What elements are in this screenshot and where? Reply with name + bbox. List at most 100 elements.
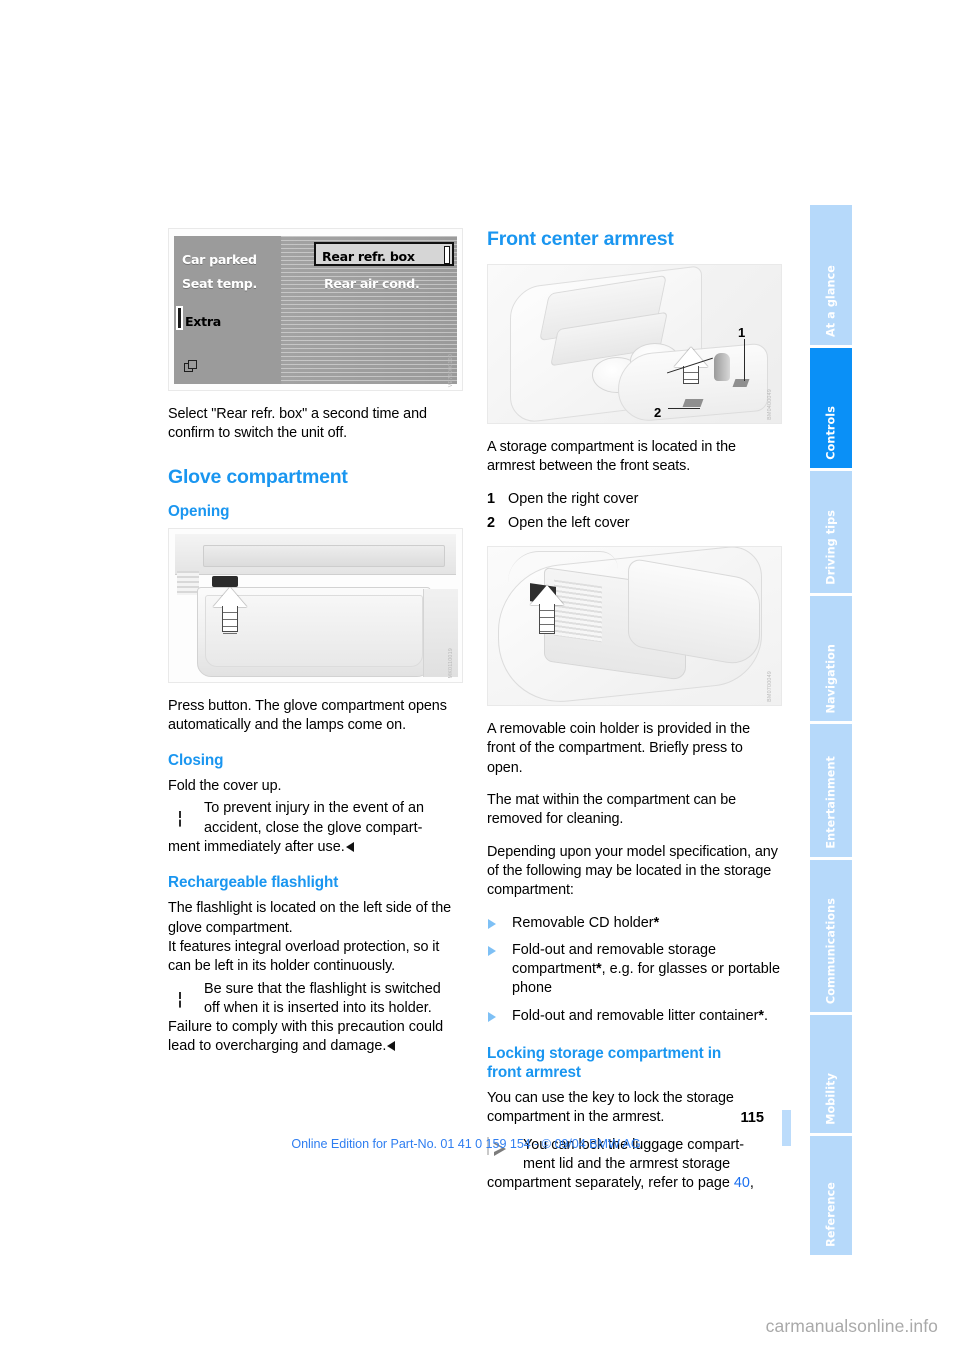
idrive-screen-frame: Car parked Seat temp. Extra Rear refr. b…: [168, 228, 463, 391]
subhead-line-1: Locking storage compartment in: [487, 1045, 722, 1063]
idrive-menu-extra[interactable]: Extra: [185, 312, 221, 331]
tab-label: Mobility: [824, 1073, 838, 1125]
note-line-3-text: compartment separately, refer to page: [487, 1175, 730, 1192]
triangle-bullet-icon: [488, 945, 496, 956]
coin-holder-paragraph: A removable coin holder is provided in t…: [487, 721, 750, 776]
subhead-line-2: front armrest: [487, 1064, 581, 1082]
tab-label: Entertainment: [824, 756, 838, 849]
armrest-top-edge-shape: [508, 551, 618, 582]
idrive-menu-seat-temp[interactable]: Seat temp.: [182, 274, 257, 293]
page-reference-link[interactable]: 40: [734, 1175, 750, 1191]
closing-paragraph: Fold the cover up.: [168, 778, 282, 795]
flashlight-warning-notice: Be sure that the flashlight is switched …: [168, 980, 463, 1057]
air-vent-shape: [177, 570, 199, 595]
idrive-screen: Car parked Seat temp. Extra Rear refr. b…: [174, 236, 457, 384]
tab-label: Navigation: [824, 643, 838, 713]
sidebar-tab-at-a-glance[interactable]: At a glance: [810, 205, 852, 345]
figure-glove-compartment: MK0110019: [168, 527, 463, 683]
armrest-illustration-2: [487, 546, 782, 707]
sidebar-tab-entertainment[interactable]: Entertainment: [810, 724, 852, 857]
glove-box-release-button: [212, 575, 238, 587]
figure-code: VE70000100: [447, 353, 454, 387]
dashboard-trim-shape: [203, 544, 445, 567]
tab-label: At a glance: [824, 264, 838, 337]
warning-text-line-3-text: ment immediately after use.: [168, 839, 345, 856]
list-item-text: Fold-out and removable litter container: [512, 1007, 759, 1024]
left-column: Car parked Seat temp. Extra Rear refr. b…: [168, 228, 463, 1070]
tab-label: Reference: [824, 1182, 838, 1247]
page-edge-marker: [782, 1110, 791, 1146]
callout-number-2: 2: [654, 405, 662, 420]
flashlight-warning-line-3: Failure to comply with this precaution c…: [168, 1018, 463, 1057]
figure-idrive-screen: Car parked Seat temp. Extra Rear refr. b…: [168, 228, 463, 391]
armrest-intro-paragraph: A storage compartment is located in the …: [487, 439, 736, 475]
flashlight-warning-line-2: off when it is inserted into its holder.: [204, 999, 432, 1016]
tab-label: Controls: [824, 406, 838, 460]
idrive-option-rear-air-cond[interactable]: Rear air cond.: [324, 274, 420, 293]
figure-code: BM0400049: [766, 389, 773, 420]
press-arrow-icon: [213, 586, 251, 634]
warning-text-line-1: To prevent injury in the event of an: [204, 800, 424, 817]
closing-warning-notice: To prevent injury in the event of an acc…: [168, 799, 463, 857]
idrive-scroll-cap: [444, 246, 450, 264]
figure-code: MK0110019: [447, 648, 454, 679]
sidebar-tab-mobility[interactable]: Mobility: [810, 1015, 852, 1133]
armrest-steps-list: 1 Open the right cover 2 Open the left c…: [487, 490, 782, 534]
sidebar-tab-driving-tips[interactable]: Driving tips: [810, 471, 852, 593]
section-tab-strip: At a glance Controls Driving tips Naviga…: [810, 205, 852, 1258]
note-line-2: ment lid and the armrest storage: [523, 1155, 731, 1172]
sidebar-tab-navigation[interactable]: Navigation: [810, 596, 852, 721]
armrest-illustration-1: 1 2: [487, 264, 782, 424]
sidebar-tab-communications[interactable]: Communications: [810, 860, 852, 1012]
right-column: Front center armrest 1 2 BM0400049 A sto…: [487, 228, 782, 1207]
warning-text-line-3: ment immediately after use.: [168, 838, 463, 857]
list-item: Fold-out and removable litter container*…: [487, 1007, 782, 1026]
flashlight-paragraph-1: The flashlight is located on the left si…: [168, 900, 452, 936]
triangle-bullet-icon: [488, 918, 496, 929]
end-of-notice-marker: [345, 842, 354, 853]
armrest-release-lever-shape: [714, 353, 730, 381]
warning-triangle-icon: [168, 981, 192, 1005]
glove-compartment-illustration: [168, 527, 463, 683]
subhead-closing: Closing: [168, 752, 224, 770]
list-item-text: Removable CD holder: [512, 914, 654, 931]
triangle-bullet-icon: [488, 1011, 496, 1022]
callout-line-2: [668, 408, 700, 410]
page-number: 115: [740, 1110, 764, 1126]
warning-text-line-2: accident, close the glove compart-: [204, 819, 423, 836]
list-item-suffix: .: [763, 1007, 768, 1024]
intro-paragraph: Select "Rear refr. box" a second time an…: [168, 406, 427, 442]
figure-front-center-armrest: 1 2 BM0400049: [487, 264, 782, 424]
footer-edition-note: Online Edition for Part-No. 01 41 0 159 …: [291, 1137, 641, 1151]
idrive-option-rear-refr-box: Rear refr. box: [322, 249, 415, 264]
note-line-3: compartment separately, refer to page 40…: [487, 1174, 782, 1193]
figure-code: BM0700049: [766, 671, 773, 703]
left-cover-tab-shape: [682, 399, 704, 407]
opening-paragraph: Press button. The glove compartment open…: [168, 697, 447, 733]
press-arrow-icon: [530, 585, 568, 635]
idrive-selected-option[interactable]: Rear refr. box: [314, 242, 454, 266]
heading-glove-compartment: Glove compartment: [168, 465, 348, 488]
sidebar-tab-controls[interactable]: Controls: [810, 348, 852, 468]
idrive-cursor: [176, 306, 183, 330]
callout-line-1: [744, 339, 746, 381]
option-asterisk: *: [653, 914, 660, 931]
step-item: 2 Open the left cover: [487, 514, 782, 533]
callout-number-1: 1: [738, 325, 746, 340]
warning-triangle-icon: [168, 800, 192, 824]
step-text: Open the left cover: [508, 514, 630, 531]
subhead-locking-storage-compartment: Locking storage compartment in front arm…: [487, 1044, 782, 1082]
mat-paragraph: The mat within the compartment can be re…: [487, 792, 737, 828]
list-item: Fold-out and removable storage compartme…: [487, 941, 782, 999]
storage-options-list: Removable CD holder* Fold-out and remova…: [487, 914, 782, 1026]
step-item: 1 Open the right cover: [487, 490, 782, 509]
site-watermark: carmanualsonline.info: [765, 1316, 938, 1336]
idrive-back-icon[interactable]: [184, 360, 198, 374]
flashlight-paragraph-2: It features integral overload protection…: [168, 938, 440, 975]
subhead-opening: Opening: [168, 502, 230, 520]
sidebar-tab-reference[interactable]: Reference: [810, 1136, 852, 1255]
flashlight-warning-line-1: Be sure that the flashlight is switched: [204, 980, 441, 997]
idrive-menu-car-parked[interactable]: Car parked: [182, 250, 257, 269]
model-specification-paragraph: Depending upon your model specification,…: [487, 843, 778, 899]
step-number: 1: [487, 490, 496, 507]
